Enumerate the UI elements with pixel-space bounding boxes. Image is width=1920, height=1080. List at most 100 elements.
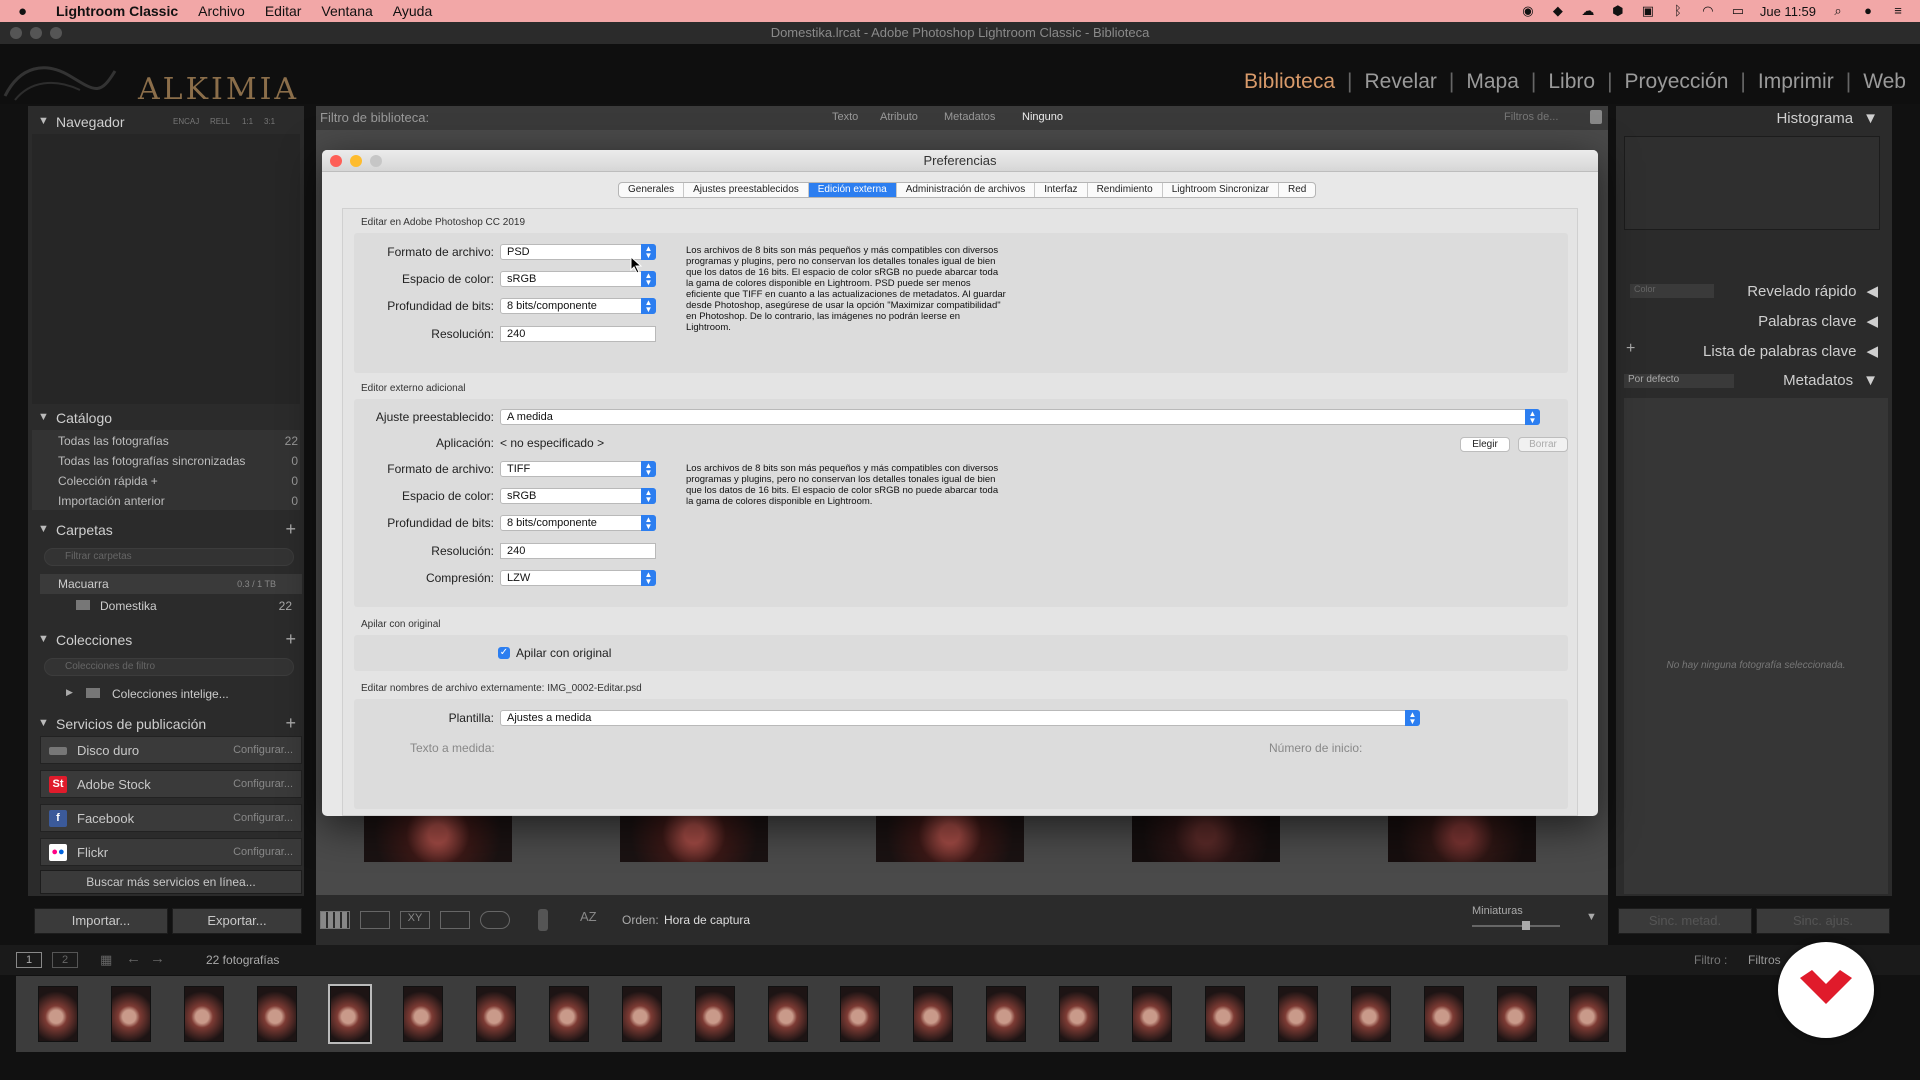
toolbar-menu-icon[interactable]: ▼: [1586, 911, 1597, 923]
filmstrip-thumbnail[interactable]: [913, 986, 954, 1042]
filter-text[interactable]: Texto: [832, 111, 858, 123]
window-close-button[interactable]: [10, 27, 22, 39]
ext-preset-select[interactable]: A medida ▲ ▼: [500, 409, 1540, 425]
catalog-row[interactable]: Todas las fotografías sincronizadas 0: [58, 454, 318, 468]
navigator-preview[interactable]: [32, 134, 300, 404]
grid-view-icon[interactable]: [320, 911, 350, 929]
ext-color-select[interactable]: sRGB ▲ ▼: [500, 488, 656, 504]
tab-generales[interactable]: Generales: [619, 183, 685, 197]
menu-editar[interactable]: Editar: [265, 3, 302, 19]
menu-archivo[interactable]: Archivo: [198, 3, 245, 19]
grid-jump-icon[interactable]: ▦: [100, 952, 112, 968]
service-hard-drive[interactable]: Disco duro Configurar...: [40, 736, 302, 764]
histogram-header[interactable]: Histograma ▼: [1776, 110, 1878, 127]
publish-header[interactable]: ▼ Servicios de publicación +: [28, 712, 304, 738]
menu-app-name[interactable]: Lightroom Classic: [56, 3, 178, 19]
filmstrip-thumbnail[interactable]: [694, 986, 735, 1042]
navigator-header[interactable]: ▼ Navegador ENCAJ RELL 1:1 3:1: [28, 110, 304, 136]
filmstrip-thumbnail[interactable]: [328, 984, 373, 1044]
filmstrip-cell[interactable]: [22, 978, 95, 1050]
quick-develop-header[interactable]: Revelado rápido ◀: [1747, 282, 1878, 300]
notification-center-icon[interactable]: ≡: [1890, 4, 1906, 18]
thumbnail-slider-handle[interactable]: [1522, 921, 1530, 930]
zoom-3-1[interactable]: 3:1: [264, 117, 275, 126]
shield-icon[interactable]: ⬢: [1610, 4, 1626, 18]
filmstrip-cell[interactable]: [387, 978, 460, 1050]
tab-red[interactable]: Red: [1279, 183, 1315, 197]
service-facebook[interactable]: f Facebook Configurar...: [40, 804, 302, 832]
filmstrip-thumbnail[interactable]: [840, 986, 881, 1042]
filmstrip-thumbnail[interactable]: [475, 986, 516, 1042]
filmstrip-cell[interactable]: [1043, 978, 1116, 1050]
catalog-row[interactable]: Importación anterior 0: [58, 494, 318, 508]
metadata-header[interactable]: Metadatos ▼: [1783, 372, 1878, 389]
back-arrow-icon[interactable]: ←: [126, 950, 141, 967]
ext-depth-select[interactable]: 8 bits/componente ▲ ▼: [500, 515, 656, 531]
add-keyword-icon[interactable]: +: [1626, 340, 1635, 358]
filter-metadata[interactable]: Metadatos: [944, 111, 995, 123]
collections-header[interactable]: ▼ Colecciones +: [28, 628, 304, 654]
adobe-icon[interactable]: ▣: [1640, 4, 1656, 18]
folder-row[interactable]: Domestika 22: [40, 596, 302, 616]
filter-none[interactable]: Ninguno: [1022, 111, 1063, 123]
filter-presets-menu[interactable]: Filtros de...: [1504, 111, 1558, 123]
cloud-icon[interactable]: ☁: [1580, 4, 1596, 18]
ext-compression-select[interactable]: LZW ▲ ▼: [500, 570, 656, 586]
filmstrip-cell[interactable]: [95, 978, 168, 1050]
collapse-triangle-icon[interactable]: ▼: [38, 115, 49, 127]
tab-interfaz[interactable]: Interfaz: [1035, 183, 1088, 197]
filmstrip-thumbnail[interactable]: [1350, 986, 1391, 1042]
module-libro[interactable]: Libro: [1548, 70, 1595, 94]
service-adobe-stock[interactable]: St Adobe Stock Configurar...: [40, 770, 302, 798]
tab-lightroom-sincronizar[interactable]: Lightroom Sincronizar: [1163, 183, 1279, 197]
add-folder-icon[interactable]: +: [285, 519, 296, 540]
ext-format-select[interactable]: TIFF ▲ ▼: [500, 461, 656, 477]
stack-checkbox[interactable]: ✓: [498, 647, 510, 659]
lock-icon[interactable]: [1590, 110, 1602, 124]
filmstrip-thumbnail[interactable]: [986, 986, 1027, 1042]
filmstrip-cell[interactable]: [824, 978, 897, 1050]
filmstrip-cell[interactable]: [1116, 978, 1189, 1050]
import-button[interactable]: Importar...: [34, 908, 168, 934]
dialog-zoom-button[interactable]: [370, 155, 382, 167]
add-service-icon[interactable]: +: [285, 713, 296, 734]
filmstrip-thumbnail[interactable]: [257, 986, 298, 1042]
configure-link[interactable]: Configurar...: [233, 744, 293, 756]
template-select[interactable]: Ajustes a medida ▲ ▼: [500, 710, 1420, 726]
menu-ayuda[interactable]: Ayuda: [393, 3, 432, 19]
record-icon[interactable]: ◉: [1520, 4, 1536, 18]
filmstrip-cell[interactable]: [532, 978, 605, 1050]
ps-depth-select[interactable]: 8 bits/componente ▲ ▼: [500, 298, 656, 314]
tab-administracion-archivos[interactable]: Administración de archivos: [897, 183, 1036, 197]
spotlight-search-icon[interactable]: ⌕: [1830, 4, 1846, 18]
apple-icon[interactable]: ●: [18, 3, 36, 20]
zoom-fill[interactable]: RELL: [210, 117, 230, 126]
filmstrip-cell[interactable]: [897, 978, 970, 1050]
catalog-header[interactable]: ▼ Catálogo: [28, 406, 304, 432]
keyword-list-header[interactable]: Lista de palabras clave ◀: [1703, 342, 1878, 360]
filmstrip-cell[interactable]: [970, 978, 1043, 1050]
collection-search-input[interactable]: Colecciones de filtro: [44, 658, 294, 676]
forward-arrow-icon[interactable]: →: [150, 950, 165, 967]
filmstrip-cell[interactable]: [1407, 978, 1480, 1050]
expand-triangle-icon[interactable]: ▶: [66, 687, 73, 698]
sort-select[interactable]: Hora de captura: [664, 913, 750, 927]
catalog-row[interactable]: Colección rápida + 0: [58, 474, 318, 488]
menu-clock[interactable]: Jue 11:59: [1760, 4, 1816, 19]
dropbox-icon[interactable]: ◆: [1550, 4, 1566, 18]
filmstrip-cell[interactable]: [241, 978, 314, 1050]
tab-ajustes-preestablecidos[interactable]: Ajustes preestablecidos: [684, 183, 809, 197]
add-collection-icon[interactable]: +: [285, 629, 296, 650]
compare-view-icon[interactable]: XY: [400, 911, 430, 929]
filmstrip-thumbnail[interactable]: [621, 986, 662, 1042]
menu-ventana[interactable]: Ventana: [321, 3, 372, 19]
filmstrip-cell[interactable]: [605, 978, 678, 1050]
keywording-header[interactable]: Palabras clave ◀: [1758, 312, 1878, 330]
module-biblioteca[interactable]: Biblioteca: [1244, 70, 1335, 94]
configure-link[interactable]: Configurar...: [233, 778, 293, 790]
volume-row[interactable]: Macuarra 0.3 / 1 TB: [40, 574, 302, 594]
filmstrip-cell[interactable]: [1189, 978, 1262, 1050]
sync-metadata-button[interactable]: Sinc. metad.: [1618, 908, 1752, 934]
module-revelar[interactable]: Revelar: [1365, 70, 1437, 94]
battery-icon[interactable]: ▭: [1730, 4, 1746, 18]
